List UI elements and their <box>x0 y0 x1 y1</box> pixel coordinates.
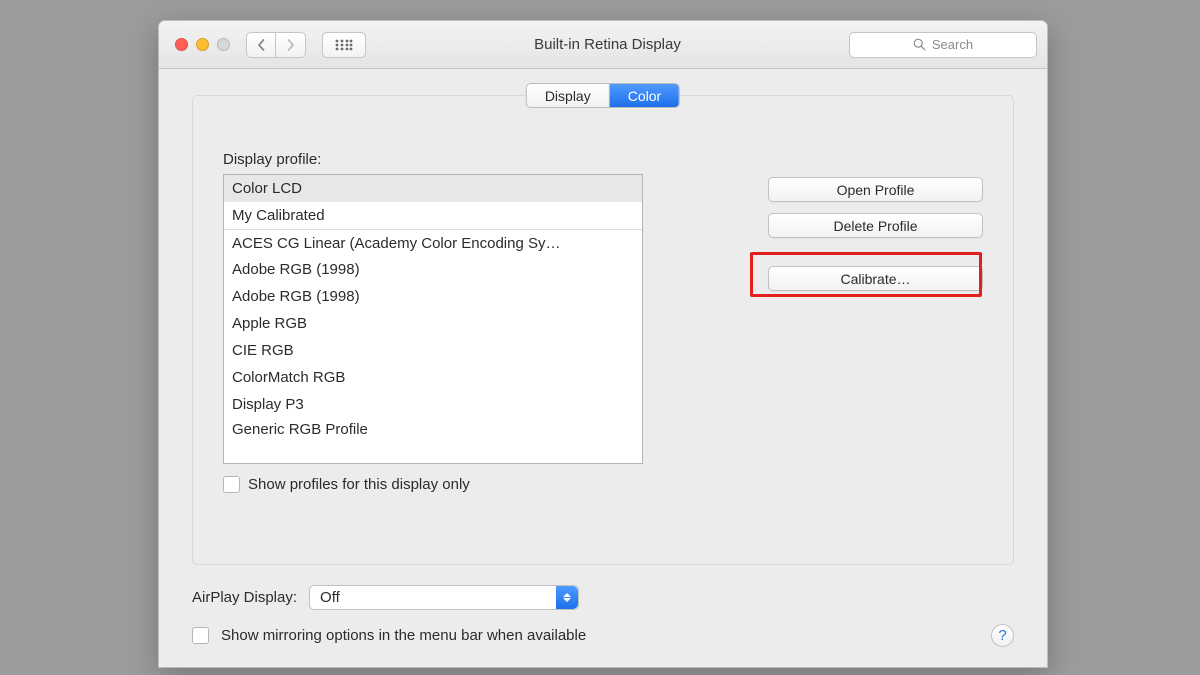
show-only-row: Show profiles for this display only <box>223 476 738 493</box>
delete-profile-button[interactable]: Delete Profile <box>768 213 983 238</box>
tab-label: Display <box>545 88 591 104</box>
list-item[interactable]: Display P3 <box>224 391 642 418</box>
list-item[interactable]: Generic RGB Profile <box>224 418 642 440</box>
tab-label: Color <box>628 88 661 104</box>
search-placeholder: Search <box>932 37 973 52</box>
show-only-checkbox[interactable] <box>223 476 240 493</box>
minimize-window-button[interactable] <box>196 38 209 51</box>
profile-list-section: Display profile: Color LCD My Calibrated… <box>223 151 738 493</box>
list-item-label: ACES CG Linear (Academy Color Encoding S… <box>232 235 560 252</box>
button-label: Open Profile <box>837 182 915 198</box>
list-item[interactable]: Color LCD <box>224 175 642 202</box>
footer-area: AirPlay Display: Off Show mirroring opti… <box>192 585 1014 647</box>
back-button[interactable] <box>246 32 276 58</box>
list-item-label: Apple RGB <box>232 315 307 332</box>
airplay-value: Off <box>320 589 340 606</box>
settings-panel: Display Color Display profile: Color LCD… <box>192 95 1014 565</box>
search-field[interactable]: Search <box>849 32 1037 58</box>
show-only-label: Show profiles for this display only <box>248 476 470 493</box>
show-all-button[interactable] <box>322 32 366 58</box>
tab-color[interactable]: Color <box>610 84 679 107</box>
list-item[interactable]: Adobe RGB (1998) <box>224 256 642 283</box>
list-item-label: CIE RGB <box>232 342 294 359</box>
zoom-window-button[interactable] <box>217 38 230 51</box>
button-label: Calibrate… <box>840 271 910 287</box>
tab-bar: Display Color <box>526 83 680 108</box>
list-item[interactable]: Apple RGB <box>224 310 642 337</box>
help-button[interactable]: ? <box>991 624 1014 647</box>
mirroring-label: Show mirroring options in the menu bar w… <box>221 627 586 644</box>
list-item[interactable]: Adobe RGB (1998) <box>224 283 642 310</box>
profile-actions: Open Profile Delete Profile Calibrate… <box>768 151 983 493</box>
window-controls <box>175 38 230 51</box>
window-title: Built-in Retina Display <box>376 36 839 53</box>
mirroring-row: Show mirroring options in the menu bar w… <box>192 624 1014 647</box>
forward-button[interactable] <box>276 32 306 58</box>
airplay-label: AirPlay Display: <box>192 589 297 606</box>
display-profile-list[interactable]: Color LCD My Calibrated ACES CG Linear (… <box>223 174 643 464</box>
list-item[interactable]: ACES CG Linear (Academy Color Encoding S… <box>224 229 642 256</box>
nav-back-forward <box>246 32 306 58</box>
open-profile-button[interactable]: Open Profile <box>768 177 983 202</box>
airplay-select[interactable]: Off <box>309 585 579 610</box>
titlebar: Built-in Retina Display Search <box>159 21 1047 69</box>
question-mark-icon: ? <box>998 627 1006 644</box>
grid-icon <box>335 39 353 51</box>
list-item-label: ColorMatch RGB <box>232 369 345 386</box>
close-window-button[interactable] <box>175 38 188 51</box>
list-item-label: My Calibrated <box>232 207 325 224</box>
select-arrows-icon <box>556 586 578 609</box>
list-item[interactable]: ColorMatch RGB <box>224 364 642 391</box>
list-item-label: Adobe RGB (1998) <box>232 288 360 305</box>
calibrate-button[interactable]: Calibrate… <box>768 266 983 291</box>
content-area: Display Color Display profile: Color LCD… <box>159 69 1047 667</box>
chevron-right-icon <box>287 39 295 51</box>
list-item-label: Generic RGB Profile <box>232 421 368 438</box>
search-icon <box>913 38 926 51</box>
tab-display[interactable]: Display <box>527 84 610 107</box>
list-item[interactable]: My Calibrated <box>224 202 642 229</box>
list-item-label: Adobe RGB (1998) <box>232 261 360 278</box>
list-item-label: Color LCD <box>232 180 302 197</box>
profile-list-label: Display profile: <box>223 151 738 168</box>
mirroring-checkbox[interactable] <box>192 627 209 644</box>
airplay-row: AirPlay Display: Off <box>192 585 1014 610</box>
button-label: Delete Profile <box>833 218 917 234</box>
preferences-window: Built-in Retina Display Search Display C… <box>158 20 1048 668</box>
list-item[interactable]: CIE RGB <box>224 337 642 364</box>
list-item-label: Display P3 <box>232 396 304 413</box>
chevron-left-icon <box>257 39 265 51</box>
